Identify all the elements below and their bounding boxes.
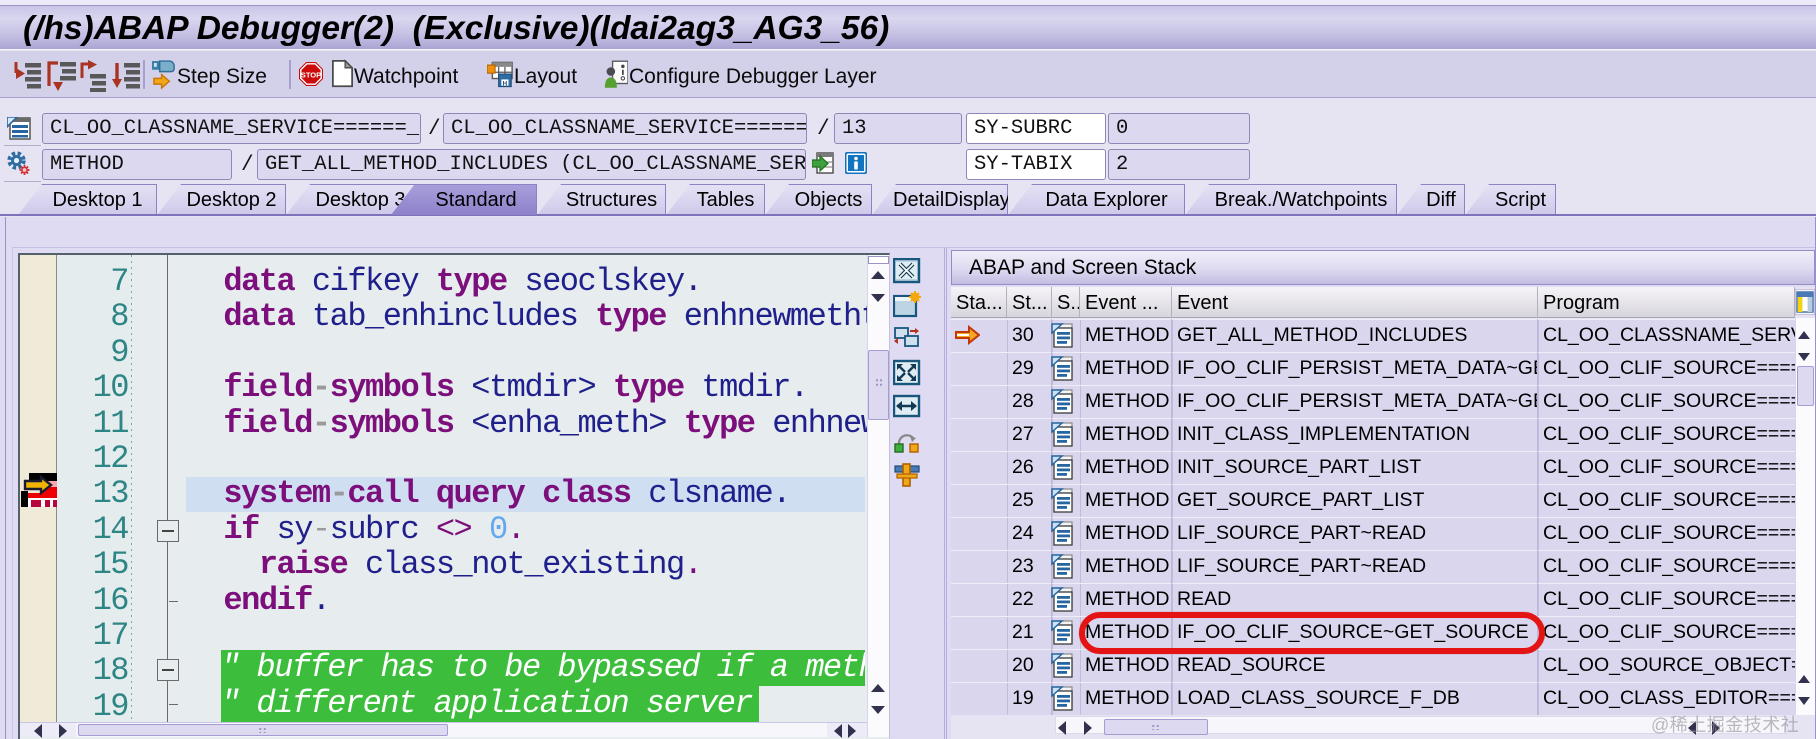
svg-text:STOP: STOP <box>301 71 321 80</box>
svg-text:H: H <box>503 80 508 87</box>
